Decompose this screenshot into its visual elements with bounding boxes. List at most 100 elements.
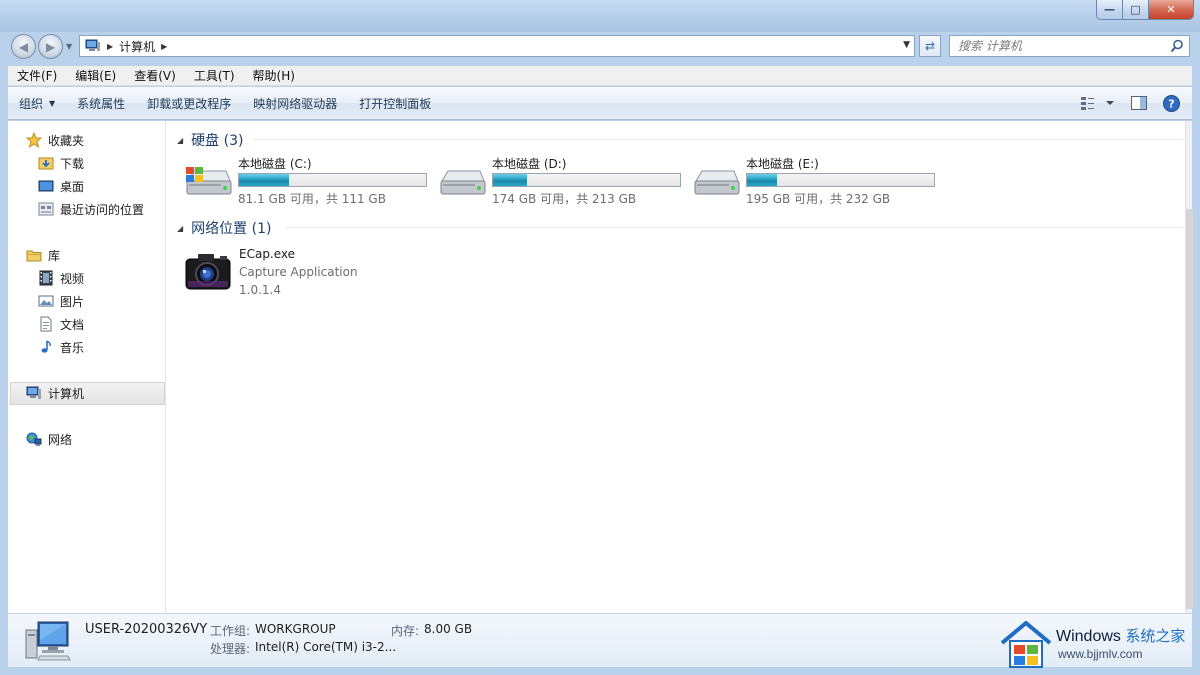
nav-computer[interactable]: 计算机 <box>26 383 84 403</box>
network-item-name: ECap.exe <box>239 247 296 261</box>
back-button[interactable]: ◀ <box>11 34 36 59</box>
nav-favorites[interactable]: 收藏夹 <box>26 130 84 150</box>
nav-libraries-label: 库 <box>48 248 61 263</box>
nav-desktop-label: 桌面 <box>60 179 85 194</box>
menu-edit[interactable]: 编辑(E) <box>66 67 125 84</box>
uninstall-program-button[interactable]: 卸载或更改程序 <box>136 95 242 112</box>
navigation-bar: ◀ ▶ ▼ ▶ 计算机 ▶ ▼ ⇄ <box>0 32 1200 62</box>
system-properties-button[interactable]: 系统属性 <box>66 95 136 112</box>
nav-documents[interactable]: 文档 <box>38 314 84 334</box>
drive-usage-fill <box>747 174 777 186</box>
house-logo-icon <box>1000 621 1052 668</box>
address-bar[interactable]: ▶ 计算机 ▶ ▼ <box>79 35 915 57</box>
organize-label: 组织 <box>19 96 44 111</box>
scrollbar-thumb[interactable] <box>1186 209 1193 609</box>
recent-places-icon <box>38 201 54 217</box>
change-view-button[interactable] <box>1080 94 1116 112</box>
help-button[interactable]: ? <box>1162 94 1180 112</box>
drive-usage-bar <box>492 173 681 187</box>
nav-computer-label: 计算机 <box>48 386 85 401</box>
window-controls: — □ ✕ <box>1096 0 1194 20</box>
main-pane: ◢ 硬盘 (3) 本地磁盘 (C:) 81.1 GB 可用，共 111 GB 本地磁… <box>167 121 1185 613</box>
forward-button[interactable]: ▶ <box>38 34 63 59</box>
breadcrumb-computer[interactable]: 计算机 <box>119 38 155 55</box>
nav-network[interactable]: 网络 <box>26 429 72 449</box>
nav-favorites-label: 收藏夹 <box>48 133 85 148</box>
help-icon: ? <box>1162 94 1180 112</box>
drive-space-info: 81.1 GB 可用，共 111 GB <box>238 192 386 206</box>
star-icon <box>26 132 42 148</box>
organize-button[interactable]: 组织 ▼ <box>8 95 66 112</box>
hard-drive-icon <box>694 170 740 195</box>
minimize-button[interactable]: — <box>1097 0 1123 19</box>
menu-view[interactable]: 查看(V) <box>125 67 185 84</box>
nav-downloads-label: 下载 <box>60 156 85 171</box>
group-divider <box>253 139 1183 140</box>
menu-tools[interactable]: 工具(T) <box>185 67 244 84</box>
music-note-icon <box>38 339 54 355</box>
map-network-drive-button[interactable]: 映射网络驱动器 <box>242 95 348 112</box>
group-title-network-locations: 网络位置 (1) <box>191 221 272 237</box>
nav-recent-places-label: 最近访问的位置 <box>60 202 145 217</box>
collapse-triangle-icon[interactable]: ◢ <box>177 136 183 145</box>
nav-pictures[interactable]: 图片 <box>38 291 84 311</box>
svg-text:?: ? <box>1168 97 1174 110</box>
title-bar: — □ ✕ <box>0 0 1200 32</box>
nav-recent-places[interactable]: 最近访问的位置 <box>38 199 144 219</box>
computer-icon <box>26 385 42 401</box>
nav-desktop[interactable]: 桌面 <box>38 176 84 196</box>
downloads-folder-icon <box>38 155 54 171</box>
drive-tile[interactable]: 本地磁盘 (D:) 174 GB 可用，共 213 GB <box>438 155 688 206</box>
open-control-panel-button[interactable]: 打开控制面板 <box>348 95 442 112</box>
site-watermark: Windows 系统之家 www.bjjmlv.com <box>996 619 1196 671</box>
group-title-hard-disks: 硬盘 (3) <box>191 133 244 149</box>
maximize-button[interactable]: □ <box>1123 0 1149 19</box>
network-item-ecap[interactable]: ECap.exe Capture Application 1.0.1.4 <box>184 247 434 303</box>
drive-usage-bar <box>238 173 427 187</box>
vertical-scrollbar[interactable] <box>1185 121 1193 613</box>
drive-space-info: 174 GB 可用，共 213 GB <box>492 192 637 206</box>
menu-help[interactable]: 帮助(H) <box>244 67 304 84</box>
desktop-icon <box>38 178 54 194</box>
breadcrumb-separator-icon[interactable]: ▶ <box>161 42 167 51</box>
recent-pages-dropdown-icon[interactable]: ▼ <box>66 42 72 51</box>
address-history-dropdown-icon[interactable]: ▼ <box>903 40 910 50</box>
drive-tile[interactable]: 本地磁盘 (E:) 195 GB 可用，共 232 GB <box>692 155 942 206</box>
group-divider <box>285 227 1183 228</box>
refresh-button[interactable]: ⇄ <box>919 35 941 57</box>
nav-libraries[interactable]: 库 <box>26 245 60 265</box>
drive-name: 本地磁盘 (C:) <box>238 157 312 171</box>
nav-downloads[interactable]: 下载 <box>38 153 84 173</box>
collapse-triangle-icon[interactable]: ◢ <box>177 224 183 233</box>
library-folder-icon <box>26 247 42 263</box>
workgroup-value: WORKGROUP <box>255 622 336 636</box>
watermark-url: www.bjjmlv.com <box>1058 647 1143 661</box>
workgroup-label: 工作组: <box>210 624 251 638</box>
video-icon <box>38 270 54 286</box>
search-box[interactable] <box>949 35 1190 57</box>
watermark-brand-zh: 系统之家 <box>1125 628 1186 645</box>
forward-arrow-icon: ▶ <box>45 39 56 54</box>
drive-tile[interactable]: 本地磁盘 (C:) 81.1 GB 可用，共 111 GB <box>184 155 434 206</box>
system-drive-icon <box>186 167 232 195</box>
view-controls: ? <box>1080 94 1180 112</box>
nav-music[interactable]: 音乐 <box>38 337 84 357</box>
memory-value: 8.00 GB <box>424 622 473 636</box>
search-input[interactable] <box>950 36 1160 56</box>
close-button[interactable]: ✕ <box>1149 0 1193 19</box>
breadcrumb-separator-icon[interactable]: ▶ <box>107 42 113 51</box>
refresh-icon: ⇄ <box>924 39 936 53</box>
network-item-description: Capture Application <box>239 265 358 279</box>
drive-usage-bar <box>746 173 935 187</box>
group-header-hard-disks[interactable]: ◢ 硬盘 (3) <box>177 130 243 150</box>
menu-file[interactable]: 文件(F) <box>8 67 66 84</box>
group-header-network-locations[interactable]: ◢ 网络位置 (1) <box>177 218 271 238</box>
back-arrow-icon: ◀ <box>18 39 29 54</box>
search-icon[interactable] <box>1170 39 1184 53</box>
nav-videos-label: 视频 <box>60 271 85 286</box>
navigation-pane: 收藏夹 下载 桌面 最近访问的位置 库 视频 图片 文档 音乐 计算机 网络 <box>8 121 166 613</box>
preview-pane-button[interactable] <box>1130 94 1148 112</box>
hard-drive-icon <box>440 170 486 195</box>
menu-bar: 文件(F) 编辑(E) 查看(V) 工具(T) 帮助(H) <box>8 66 1192 86</box>
nav-videos[interactable]: 视频 <box>38 268 84 288</box>
